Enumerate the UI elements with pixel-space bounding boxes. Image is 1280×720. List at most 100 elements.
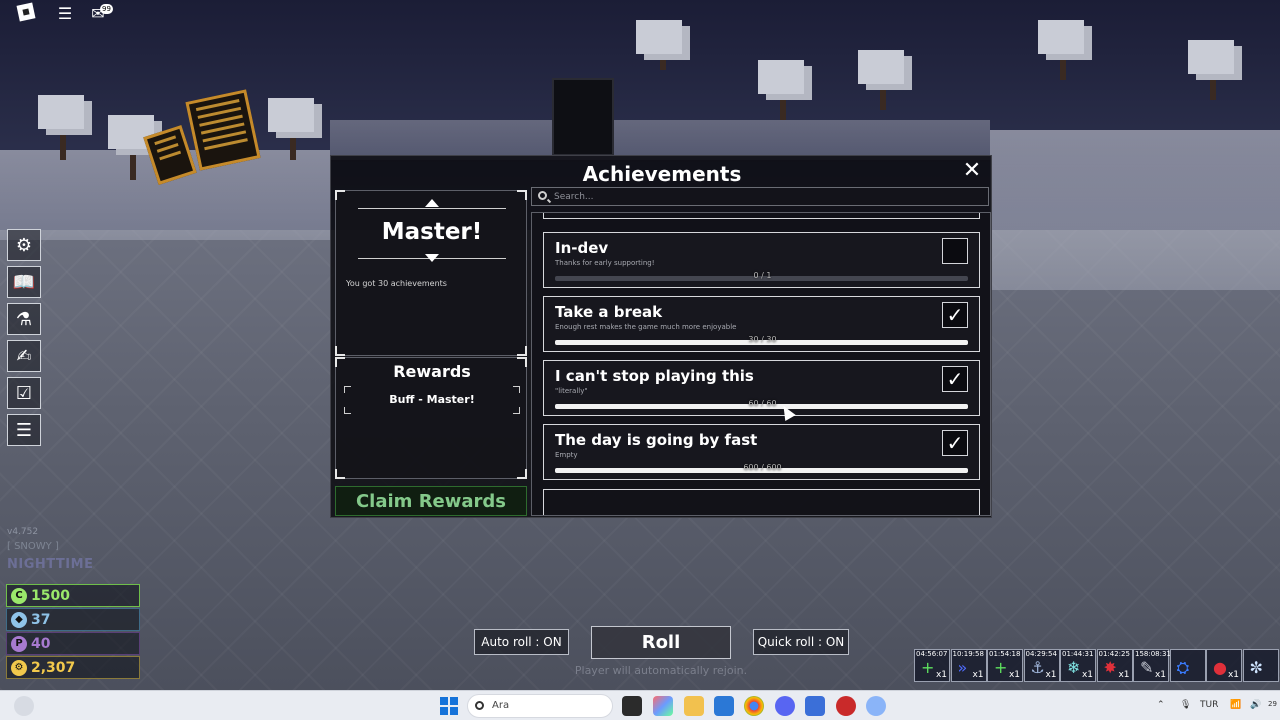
achievement-detail: Master! You got 30 achievements (335, 190, 527, 356)
achievement-description: Enough rest makes the game much more enj… (555, 323, 737, 331)
buff-icon: ❄ (1067, 658, 1081, 677)
buff-slot[interactable]: ● x1 (1206, 649, 1242, 682)
windows-taskbar: Ara ⌃ 🎙 TUR 📶 🔊 29 (0, 690, 1280, 720)
microphone-icon[interactable]: 🎙 (1180, 700, 1191, 710)
quests-icon[interactable]: ✍ (7, 340, 41, 372)
snow-hill (330, 120, 990, 160)
close-icon[interactable]: ✕ (961, 160, 983, 182)
snowy-tree (38, 95, 84, 129)
taskbar-search[interactable]: Ara (467, 694, 613, 718)
file-explorer-icon[interactable] (684, 696, 704, 716)
buff-timer: 01:42:25 (1098, 650, 1130, 658)
buff-slot[interactable]: +04:56:07 x1 (914, 649, 950, 682)
buff-timer: 04:29:54 (1025, 650, 1057, 658)
buff-count: x1 (1045, 670, 1057, 680)
settings-icon[interactable]: ⚙ (7, 229, 41, 261)
buff-slot[interactable]: ⚓ 04:29:54 x1 (1023, 649, 1060, 682)
stat-gems: ◆ 37 (6, 608, 140, 631)
discord-icon[interactable] (775, 696, 795, 716)
snowy-tree (858, 50, 904, 84)
buff-count: x1 (1154, 670, 1166, 680)
buff-slot[interactable]: » 10:19:58 x1 (950, 649, 987, 682)
achievement-detail-column: Master! You got 30 achievements Rewards … (335, 190, 527, 516)
wifi-icon[interactable]: 📶 (1230, 700, 1241, 710)
checkmark-icon: ✓ (942, 302, 968, 328)
achievement-list[interactable]: In-dev Thanks for early supporting! 0 / … (531, 212, 991, 516)
buff-timer: 01:44:31 (1062, 650, 1094, 658)
app-icon[interactable] (866, 696, 886, 716)
rewards-title: Rewards (393, 362, 471, 381)
tray-chevron-icon[interactable]: ⌃ (1157, 700, 1165, 710)
claim-rewards-button[interactable]: Claim Rewards (335, 486, 527, 516)
task-view-icon[interactable] (622, 696, 642, 716)
divider (358, 208, 506, 209)
roll-button[interactable]: Roll (591, 626, 731, 659)
checkmark-icon: ✓ (942, 366, 968, 392)
progress-text: 60 / 60 (748, 399, 777, 408)
list-item-partial (543, 489, 980, 515)
active-buffs: +04:56:07 x1» 10:19:58 x1 +01:54:18 x1 ⚓ 04:29:… (914, 649, 1280, 683)
coin-icon: C (11, 587, 27, 604)
achievement-name: Take a break (555, 303, 663, 321)
version-label: v4.752 (7, 527, 39, 537)
volume-icon[interactable]: 🔊 (1250, 700, 1261, 710)
auto-roll-toggle[interactable]: Auto roll : ON (474, 629, 569, 655)
snowy-tree (636, 20, 682, 54)
stat-value: 1500 (31, 587, 70, 604)
buff-icon: ⛭ (1176, 658, 1190, 677)
roblox-app-icon[interactable] (805, 696, 825, 716)
side-menu: ⚙ 📖 ⚗ ✍ ☑ ☰ (7, 229, 41, 451)
buff-slot[interactable]: ⛭ (1169, 649, 1206, 682)
achievement-row[interactable]: The day is going by fast Empty ✓ 600 / 6… (543, 424, 980, 480)
rewards-box: Rewards Buff - Master! (335, 357, 527, 479)
buff-icon: + (921, 658, 935, 677)
checklist-icon[interactable]: ☑ (7, 377, 41, 409)
achievement-row[interactable]: In-dev Thanks for early supporting! 0 / … (543, 232, 980, 288)
clock-fragment[interactable]: 29 (1268, 700, 1277, 708)
snowy-tree (758, 60, 804, 94)
stat-value: 40 (31, 635, 51, 652)
buff-slot[interactable]: ❄ 01:44:31 x1 (1060, 649, 1096, 682)
book-icon[interactable]: 📖 (7, 266, 41, 298)
snow-hill (990, 130, 1280, 290)
roblox-logo-icon[interactable] (16, 2, 36, 22)
search-input[interactable] (554, 189, 974, 204)
search-icon (475, 701, 484, 710)
language-indicator[interactable]: TUR (1200, 700, 1218, 710)
orb-icon: P (11, 635, 27, 652)
checkbox-empty-icon (942, 238, 968, 264)
buff-slot[interactable]: ✼ (1242, 649, 1279, 682)
achievement-row[interactable]: I can't stop playing this "literally" ✓ … (543, 360, 980, 416)
buff-slot[interactable]: ✎ 158:08:31 x1 (1133, 649, 1171, 682)
weather-widget-icon[interactable] (14, 696, 34, 716)
stat-orbs: P 40 (6, 632, 140, 655)
buff-icon: + (994, 658, 1008, 677)
buff-timer: 158:08:31 (1135, 650, 1171, 658)
most-rolled-board (552, 78, 614, 156)
buff-icon: ● (1213, 658, 1227, 677)
achievement-name: I can't stop playing this (555, 367, 754, 385)
chrome-icon[interactable] (744, 696, 764, 716)
hamburger-menu-icon[interactable]: ☰ (53, 2, 77, 24)
windows-start-icon[interactable] (440, 697, 458, 715)
achievement-name: In-dev (555, 239, 609, 257)
copilot-icon[interactable] (653, 696, 673, 716)
achievement-name: The day is going by fast (555, 431, 758, 449)
app-icon[interactable] (836, 696, 856, 716)
buff-timer: 04:56:07 (916, 650, 948, 658)
quick-roll-toggle[interactable]: Quick roll : ON (753, 629, 849, 655)
store-icon[interactable] (714, 696, 734, 716)
progress-text: 30 / 30 (748, 335, 777, 344)
buff-icon: ✸ (1103, 658, 1117, 677)
buff-slot[interactable]: +01:54:18 x1 (987, 649, 1023, 682)
reward-label: Buff - Master! (389, 393, 475, 406)
buff-slot[interactable]: ✸ 01:42:25 x1 (1096, 649, 1133, 682)
achievement-description: "literally" (555, 387, 588, 395)
snowy-tree (1188, 40, 1234, 74)
buff-count: x1 (972, 670, 984, 680)
achievement-row[interactable]: Take a break Enough rest makes the game … (543, 296, 980, 352)
search-icon (538, 191, 547, 200)
selected-achievement-description: You got 30 achievements (346, 279, 447, 288)
inventory-icon[interactable]: ⚗ (7, 303, 41, 335)
list-icon[interactable]: ☰ (7, 414, 41, 446)
